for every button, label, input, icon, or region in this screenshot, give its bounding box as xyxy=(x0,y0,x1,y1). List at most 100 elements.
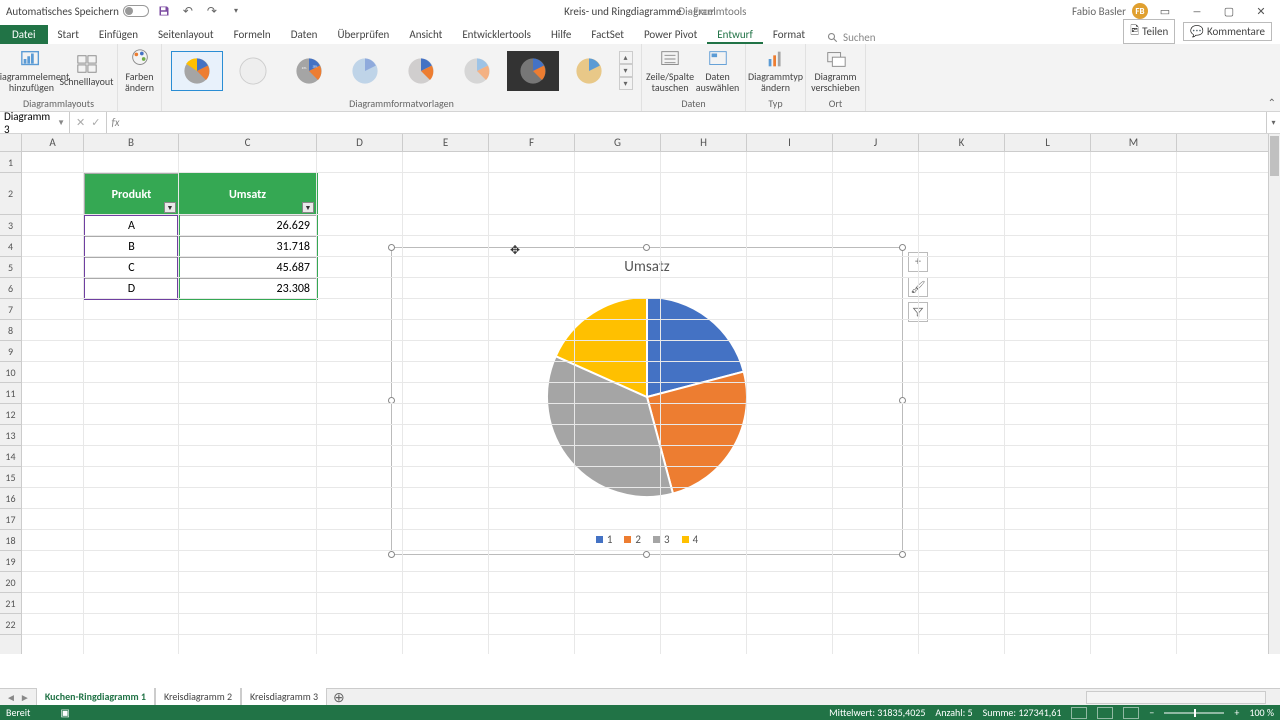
expand-formula-bar-button[interactable]: ▾ xyxy=(1266,112,1280,133)
change-colors-button[interactable]: Farben ändern xyxy=(122,49,157,93)
row-20[interactable]: 20 xyxy=(0,572,21,593)
tab-hilfe[interactable]: Hilfe xyxy=(541,25,581,44)
save-button[interactable] xyxy=(155,2,173,20)
switch-row-column-button[interactable]: Zeile/Spalte tauschen xyxy=(646,49,694,93)
chart-style-3[interactable]: 24%28% xyxy=(283,51,335,91)
row-4[interactable]: 4 xyxy=(0,236,21,257)
col-C[interactable]: C xyxy=(179,134,317,151)
qat-more-icon[interactable]: ▾ xyxy=(227,2,245,20)
move-chart-button[interactable]: Diagramm verschieben xyxy=(810,49,861,93)
col-G[interactable]: G xyxy=(575,134,661,151)
chart-style-1[interactable] xyxy=(171,51,223,91)
col-F[interactable]: F xyxy=(489,134,575,151)
legend-item-1[interactable]: 1 xyxy=(596,533,613,546)
row-7[interactable]: 7 xyxy=(0,299,21,320)
row-13[interactable]: 13 xyxy=(0,425,21,446)
collapse-ribbon-button[interactable]: ⌃ xyxy=(1268,96,1276,109)
row-22[interactable]: 22 xyxy=(0,614,21,635)
row-8[interactable]: 8 xyxy=(0,320,21,341)
macro-record-icon[interactable]: ▣ xyxy=(60,706,69,719)
cell-B5[interactable]: C xyxy=(85,258,179,279)
zoom-out-button[interactable]: − xyxy=(1149,706,1154,719)
row-18[interactable]: 18 xyxy=(0,530,21,551)
tab-ansicht[interactable]: Ansicht xyxy=(399,25,452,44)
ribbon-display-options-button[interactable]: ▭ xyxy=(1150,1,1180,21)
share-button[interactable]: 🖻 Teilen xyxy=(1123,19,1175,44)
redo-button[interactable]: ↷ xyxy=(203,2,221,20)
col-D[interactable]: D xyxy=(317,134,403,151)
cell-C3[interactable]: 26.629 xyxy=(179,216,317,237)
row-15[interactable]: 15 xyxy=(0,467,21,488)
tab-entwicklertools[interactable]: Entwicklertools xyxy=(452,25,541,44)
cells-area[interactable]: Produkt▼ Umsatz▼ A26.629 B31.718 C45.687… xyxy=(22,152,1268,654)
tab-einfuegen[interactable]: Einfügen xyxy=(89,25,148,44)
legend-item-3[interactable]: 3 xyxy=(653,533,670,546)
header-umsatz[interactable]: Umsatz▼ xyxy=(179,174,317,216)
tab-format[interactable]: Format xyxy=(763,25,815,44)
cell-B6[interactable]: D xyxy=(85,279,179,300)
cell-C4[interactable]: 31.718 xyxy=(179,237,317,258)
horizontal-scrollbar[interactable] xyxy=(1086,691,1266,704)
col-B[interactable]: B xyxy=(84,134,179,151)
tab-ueberpruefen[interactable]: Überprüfen xyxy=(327,25,399,44)
row-2[interactable]: 2 xyxy=(0,173,21,215)
col-E[interactable]: E xyxy=(403,134,489,151)
row-12[interactable]: 12 xyxy=(0,404,21,425)
minimize-button[interactable]: ― xyxy=(1182,1,1212,21)
page-break-view-button[interactable] xyxy=(1123,707,1139,719)
cell-C6[interactable]: 23.308 xyxy=(179,279,317,300)
quick-layout-button[interactable]: Schnelllayout xyxy=(59,54,113,87)
cell-B3[interactable]: A xyxy=(85,216,179,237)
legend-item-2[interactable]: 2 xyxy=(624,533,641,546)
formula-input[interactable] xyxy=(124,112,1266,133)
fx-icon[interactable]: fx xyxy=(107,116,123,129)
comments-button[interactable]: 💬 Kommentare xyxy=(1183,22,1272,41)
row-21[interactable]: 21 xyxy=(0,593,21,614)
tab-powerpivot[interactable]: Power Pivot xyxy=(634,25,707,44)
user-avatar[interactable]: FB xyxy=(1132,3,1148,19)
col-A[interactable]: A xyxy=(22,134,84,151)
row-14[interactable]: 14 xyxy=(0,446,21,467)
cell-C5[interactable]: 45.687 xyxy=(179,258,317,279)
name-box[interactable]: Diagramm 3▼ xyxy=(0,112,70,133)
cancel-formula-icon[interactable]: ✕ xyxy=(76,116,85,129)
row-9[interactable]: 9 xyxy=(0,341,21,362)
col-H[interactable]: H xyxy=(661,134,747,151)
sheet-tab-2[interactable]: Kreisdiagramm 2 xyxy=(155,688,241,706)
accept-formula-icon[interactable]: ✓ xyxy=(91,116,100,129)
chart-style-6[interactable] xyxy=(451,51,503,91)
row-10[interactable]: 10 xyxy=(0,362,21,383)
sheet-nav-next[interactable]: ► xyxy=(20,691,30,704)
tab-entwurf[interactable]: Entwurf xyxy=(707,25,763,44)
vertical-scrollbar[interactable] xyxy=(1268,134,1280,654)
row-5[interactable]: 5 xyxy=(0,257,21,278)
col-J[interactable]: J xyxy=(833,134,919,151)
zoom-level[interactable]: 100 % xyxy=(1249,706,1274,719)
tab-factset[interactable]: FactSet xyxy=(581,25,634,44)
row-11[interactable]: 11 xyxy=(0,383,21,404)
row-3[interactable]: 3 xyxy=(0,215,21,236)
chart-style-7[interactable] xyxy=(507,51,559,91)
row-1[interactable]: 1 xyxy=(0,152,21,173)
tell-me-search[interactable]: Suchen xyxy=(827,31,876,44)
chart-style-2[interactable] xyxy=(227,51,279,91)
zoom-slider[interactable] xyxy=(1164,712,1224,714)
toggle-pill-icon[interactable] xyxy=(123,5,149,17)
sheet-tab-3[interactable]: Kreisdiagramm 3 xyxy=(241,688,327,706)
row-16[interactable]: 16 xyxy=(0,488,21,509)
cell-B4[interactable]: B xyxy=(85,237,179,258)
chart-title[interactable]: Umsatz xyxy=(392,258,902,276)
select-all-button[interactable] xyxy=(0,134,22,152)
zoom-in-button[interactable]: + xyxy=(1234,706,1239,719)
chart-style-8[interactable] xyxy=(563,51,615,91)
sheet-tab-1[interactable]: Kuchen-Ringdiagramm 1 xyxy=(36,688,155,707)
col-L[interactable]: L xyxy=(1005,134,1091,151)
legend-item-4[interactable]: 4 xyxy=(682,533,699,546)
filter-produkt-icon[interactable]: ▼ xyxy=(164,202,176,213)
tab-start[interactable]: Start xyxy=(48,25,89,44)
chart-legend[interactable]: 1 2 3 4 xyxy=(392,533,902,546)
col-I[interactable]: I xyxy=(747,134,833,151)
header-produkt[interactable]: Produkt▼ xyxy=(85,174,179,216)
tab-seitenlayout[interactable]: Seitenlayout xyxy=(148,25,224,44)
col-M[interactable]: M xyxy=(1091,134,1177,151)
